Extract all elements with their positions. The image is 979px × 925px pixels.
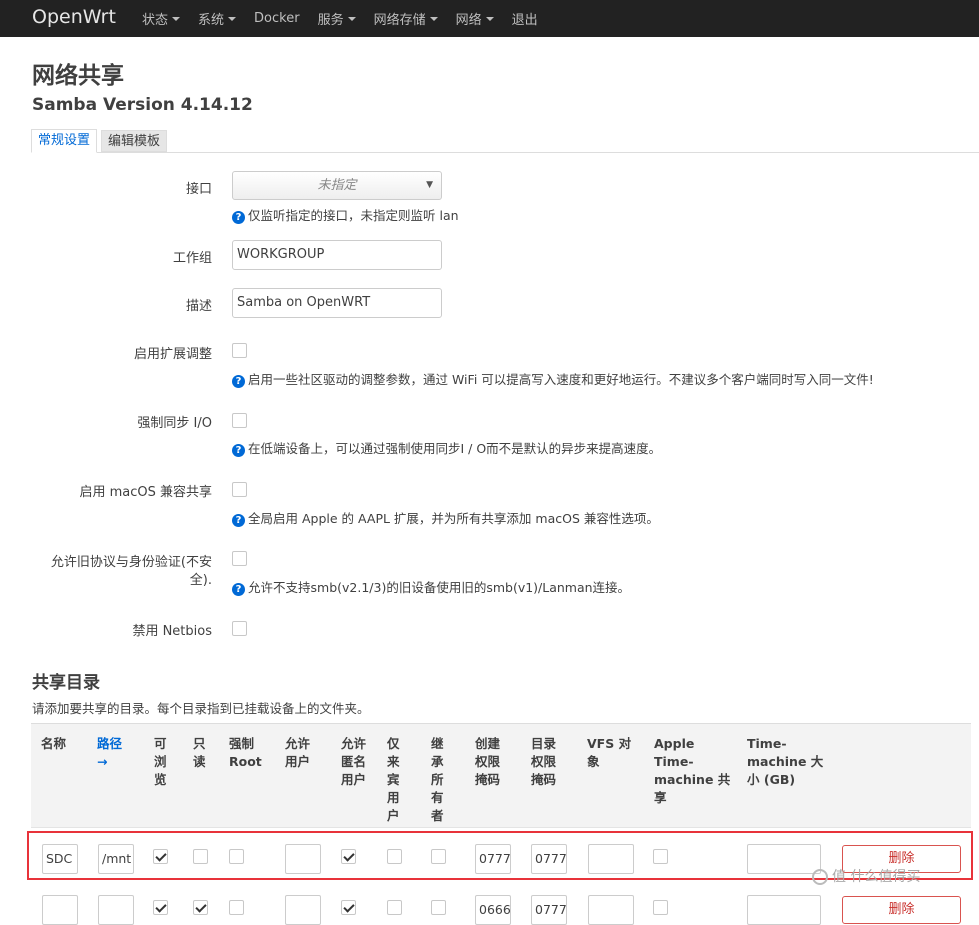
col-guest-only: 仅来宾用户 <box>387 736 400 823</box>
tm-size-input[interactable] <box>747 895 821 925</box>
col-guest: 允许 匿名 用户 <box>341 736 367 787</box>
nav-system[interactable]: 系统 <box>189 0 245 37</box>
nav-status[interactable]: 状态 <box>133 0 189 37</box>
ext-tuning-checkbox[interactable] <box>232 343 247 358</box>
shares-title: 共享目录 <box>32 673 100 693</box>
caret-down-icon <box>172 17 181 21</box>
netbios-label: 禁用 Netbios <box>132 624 212 639</box>
tab-general-settings[interactable]: 常规设置 <box>31 129 98 153</box>
shares-description: 请添加要共享的目录。每个目录指到已挂载设备上的文件夹。 <box>32 701 370 716</box>
nav-nas[interactable]: 网络存储 <box>365 0 447 37</box>
col-path[interactable]: 路径 → <box>97 735 122 771</box>
dir-mask-input[interactable]: 0777 <box>531 895 567 925</box>
caret-down-icon <box>429 17 438 21</box>
interface-select[interactable]: 未指定 ▼ <box>232 171 442 200</box>
col-inherit-owner: 继承所有者 <box>431 736 444 823</box>
help-icon: ? <box>232 514 245 527</box>
tab-edit-template[interactable]: 编辑模板 <box>101 130 168 152</box>
main-nav: 状态 系统 Docker 服务 网络存储 网络 退出 <box>133 0 547 37</box>
navbar: OpenWrt 状态 系统 Docker 服务 网络存储 网络 退出 <box>0 0 979 37</box>
col-vfs: VFS 对象 <box>587 736 632 769</box>
nav-services[interactable]: 服务 <box>309 0 365 37</box>
dropdown-arrow-icon: ▼ <box>426 180 433 190</box>
nav-logout[interactable]: 退出 <box>503 0 547 37</box>
interface-select-value: 未指定 <box>317 178 357 193</box>
help-icon: ? <box>232 211 245 224</box>
col-users: 允许 用户 <box>285 736 311 769</box>
col-path-label: 路径 <box>97 736 123 751</box>
vfs-objects-input[interactable] <box>588 895 634 925</box>
legacy-checkbox[interactable] <box>232 551 247 566</box>
delete-button[interactable]: 删除 <box>842 896 961 924</box>
workgroup-input[interactable]: WORKGROUP <box>232 240 442 270</box>
help-icon: ? <box>232 444 245 457</box>
sync-io-checkbox[interactable] <box>232 413 247 428</box>
help-icon: ? <box>232 583 245 596</box>
netbios-checkbox[interactable] <box>232 621 247 636</box>
nav-network[interactable]: 网络 <box>447 0 503 37</box>
shares-table-header <box>31 723 971 827</box>
col-create-mask: 创建 权限 掩码 <box>475 736 501 787</box>
col-name: 名称 <box>41 736 67 751</box>
ext-tuning-help: ? 启用一些社区驱动的调整参数，通过 WiFi 可以提高写入速度和更好地运行。不建… <box>232 369 874 388</box>
col-readonly: 只读 <box>193 736 206 769</box>
tab-bar: 常规设置 编辑模板 <box>31 129 979 153</box>
watermark: 值 什么值得买 <box>812 866 920 886</box>
nav-docker[interactable]: Docker <box>245 0 309 37</box>
macos-checkbox[interactable] <box>232 482 247 497</box>
interface-help: ? 仅监听指定的接口，未指定则监听 lan <box>232 205 459 224</box>
share-path-input[interactable] <box>98 895 134 925</box>
sync-io-help: ? 在低端设备上，可以通过强制使用同步I / O而不是默认的异步来提高速度。 <box>232 438 661 457</box>
share-name-input[interactable] <box>42 895 78 925</box>
col-dir-mask: 目录 权限 掩码 <box>531 736 557 787</box>
ext-tuning-label: 启用扩展调整 <box>133 347 212 362</box>
col-tm-size: Time-machine 大小 (GB) <box>747 736 824 787</box>
legacy-help: ? 允许不支持smb(v2.1/3)的旧设备使用旧的smb(v1)/Lanman连… <box>232 577 630 596</box>
macos-label: 启用 macOS 兼容共享 <box>79 485 212 500</box>
sort-arrow-icon: → <box>97 754 108 769</box>
row-divider <box>31 827 971 828</box>
legacy-label-line2: 全). <box>189 573 212 588</box>
caret-down-icon <box>485 17 494 21</box>
col-force-root: 强制 Root <box>229 736 262 769</box>
col-timemachine: Apple Time-machine 共享 <box>654 736 731 805</box>
description-label: 描述 <box>185 299 212 314</box>
caret-down-icon <box>228 17 237 21</box>
users-input[interactable] <box>285 895 321 925</box>
create-mask-input[interactable]: 0666 <box>475 895 511 925</box>
description-input[interactable]: Samba on OpenWRT <box>232 288 442 318</box>
samba-version: Samba Version 4.14.12 <box>32 95 253 115</box>
workgroup-label: 工作组 <box>172 251 212 266</box>
caret-down-icon <box>347 17 356 21</box>
col-browseable: 可浏览 <box>154 736 167 787</box>
help-icon: ? <box>232 375 245 388</box>
legacy-label-line1: 允许旧协议与身份验证(不安 <box>50 555 212 570</box>
page-title: 网络共享 <box>32 63 124 89</box>
sync-io-label: 强制同步 I/O <box>137 416 212 431</box>
brand-logo[interactable]: OpenWrt <box>32 5 116 29</box>
watermark-logo-icon <box>812 869 828 885</box>
interface-label: 接口 <box>185 182 212 197</box>
macos-help: ? 全局启用 Apple 的 AAPL 扩展，并为所有共享添加 macOS 兼容性… <box>232 508 659 527</box>
